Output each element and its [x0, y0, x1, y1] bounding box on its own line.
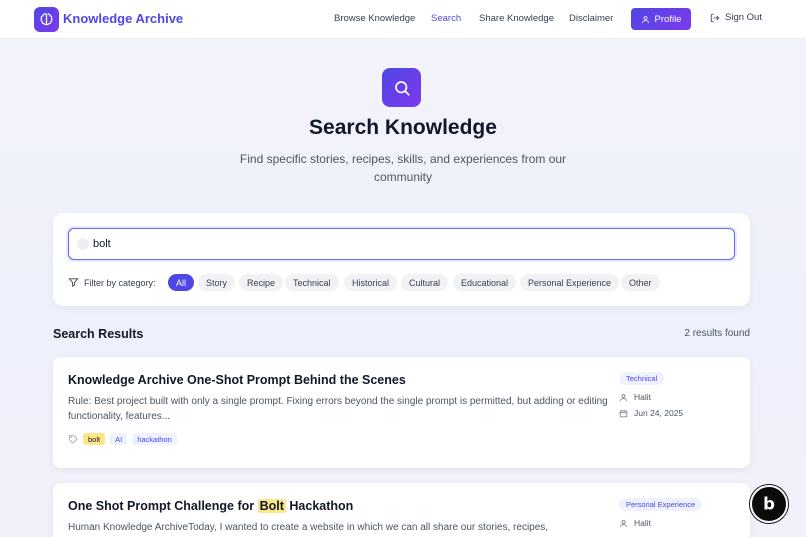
- sign-out-label: Sign Out: [725, 12, 762, 23]
- author-name: Halit: [634, 518, 652, 528]
- result-card[interactable]: One Shot Prompt Challenge for Bolt Hacka…: [53, 483, 750, 537]
- result-card[interactable]: Knowledge Archive One-Shot Prompt Behind…: [53, 357, 750, 468]
- category-chip-story[interactable]: Story: [198, 274, 236, 291]
- top-navbar: Knowledge Archive Browse Knowledge Searc…: [0, 0, 806, 39]
- page-title: Search Knowledge: [309, 116, 497, 139]
- tag-chip[interactable]: AI: [110, 433, 128, 445]
- category-chip-all[interactable]: All: [168, 274, 195, 291]
- category-chip-cultural[interactable]: Cultural: [401, 274, 449, 291]
- nav-search[interactable]: Search: [431, 13, 461, 24]
- tag-chip[interactable]: bolt: [83, 433, 106, 445]
- profile-label: Profile: [654, 13, 682, 25]
- category-badge: Technical: [619, 372, 665, 385]
- results-count: 2 results found: [684, 328, 750, 339]
- nav-disclaimer[interactable]: Disclaimer: [569, 13, 613, 24]
- result-title[interactable]: One Shot Prompt Challenge for Bolt Hacka…: [68, 499, 353, 513]
- user-icon: [641, 15, 649, 23]
- calendar-icon: [619, 409, 628, 417]
- result-author: Halit: [619, 392, 651, 402]
- title-text: Hackathon: [289, 499, 354, 513]
- page-subtitle: Find specific stories, recipes, skills, …: [239, 152, 567, 184]
- nav-browse-knowledge[interactable]: Browse Knowledge: [334, 13, 415, 24]
- user-icon: [620, 393, 627, 401]
- logout-icon: [710, 13, 720, 22]
- search-icon: [77, 238, 89, 250]
- filter-icon: [68, 278, 79, 287]
- search-hero-icon: [382, 68, 421, 107]
- result-tags: bolt AI hackathon: [68, 433, 177, 445]
- author-name: Halit: [634, 392, 652, 402]
- category-chip-personal-experience[interactable]: Personal Experience: [520, 274, 620, 291]
- sign-out-button[interactable]: Sign Out: [710, 12, 762, 23]
- result-excerpt: Human Knowledge ArchiveToday, I wanted t…: [68, 522, 549, 533]
- tag-icon: [68, 434, 78, 444]
- results-title: Search Results: [53, 327, 144, 341]
- search-input[interactable]: [93, 235, 693, 253]
- category-chip-historical[interactable]: Historical: [344, 274, 398, 291]
- profile-button[interactable]: Profile: [631, 8, 691, 30]
- tag-chip[interactable]: hackathon: [132, 433, 177, 445]
- search-field[interactable]: [68, 228, 735, 260]
- filter-label-text: Filter by category:: [84, 277, 156, 288]
- category-chip-educational[interactable]: Educational: [453, 274, 517, 291]
- brain-logo-icon[interactable]: [34, 7, 59, 32]
- search-panel: Filter by category: All Story Recipe Tec…: [53, 213, 750, 306]
- filter-label: Filter by category:: [68, 277, 156, 288]
- result-excerpt: Rule: Best project built with only a sin…: [68, 396, 608, 422]
- category-chip-technical[interactable]: Technical: [285, 274, 339, 291]
- user-icon: [620, 519, 627, 527]
- nav-share-knowledge[interactable]: Share Knowledge: [479, 13, 554, 24]
- result-title[interactable]: Knowledge Archive One-Shot Prompt Behind…: [68, 373, 406, 387]
- date-text: Jun 24, 2025: [634, 408, 684, 418]
- bolt-badge-icon[interactable]: b: [750, 485, 788, 523]
- brand-name[interactable]: Knowledge Archive: [63, 11, 183, 26]
- category-chip-recipe[interactable]: Recipe: [239, 274, 284, 291]
- title-highlight: Bolt: [257, 499, 286, 513]
- category-badge: Personal Experience: [619, 498, 703, 511]
- result-author: Halit: [619, 518, 651, 528]
- category-chip-other[interactable]: Other: [621, 274, 660, 291]
- svg-text:b: b: [763, 495, 775, 514]
- title-text: One Shot Prompt Challenge for: [68, 499, 255, 513]
- result-date: Jun 24, 2025: [619, 408, 683, 418]
